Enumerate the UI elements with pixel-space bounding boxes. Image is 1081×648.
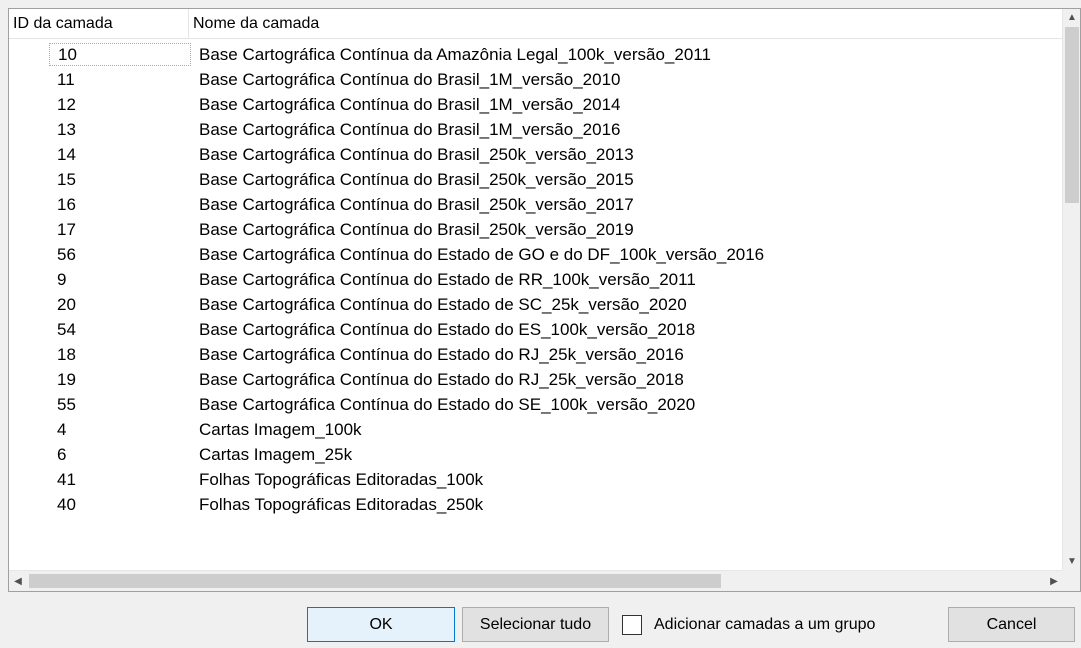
table-row[interactable]: 55 Base Cartográfica Contínua do Estado d… [9,392,1063,417]
add-to-group-checkbox[interactable]: Adicionar camadas a um grupo [622,611,875,639]
layer-id-cell[interactable]: 12 [53,92,189,117]
table-row[interactable]: 40 Folhas Topográficas Editoradas_250k [9,492,1063,517]
layer-name-cell[interactable]: Base Cartográfica Contínua do Brasil_1M_… [199,92,620,117]
layer-id-cell[interactable]: 11 [53,67,189,92]
layer-name-cell[interactable]: Folhas Topográficas Editoradas_250k [199,492,483,517]
table-row[interactable]: 15 Base Cartográfica Contínua do Brasil_2… [9,167,1063,192]
table-row[interactable]: 20 Base Cartográfica Contínua do Estado d… [9,292,1063,317]
table-header: ID da camada Nome da camada [9,9,1063,39]
layer-id-cell[interactable]: 16 [53,192,189,217]
layer-name-cell[interactable]: Base Cartográfica Contínua do Estado do … [199,367,684,392]
table-row[interactable]: 12 Base Cartográfica Contínua do Brasil_1… [9,92,1063,117]
layer-name-cell[interactable]: Base Cartográfica Contínua do Estado de … [199,292,687,317]
layer-name-cell[interactable]: Base Cartográfica Contínua do Estado do … [199,392,695,417]
layer-name-cell[interactable]: Cartas Imagem_25k [199,442,352,467]
table-row[interactable]: 10 Base Cartográfica Contínua da Amazônia… [9,42,1063,67]
layer-id-cell[interactable]: 54 [53,317,189,342]
layer-id-cell[interactable]: 19 [53,367,189,392]
scrollbar-corner [1062,570,1080,591]
horizontal-scrollbar[interactable]: ◀ ▶ [9,570,1063,591]
layer-name-cell[interactable]: Base Cartográfica Contínua do Brasil_1M_… [199,67,620,92]
layer-name-cell[interactable]: Base Cartográfica Contínua do Estado do … [199,317,695,342]
table-row[interactable]: 54 Base Cartográfica Contínua do Estado d… [9,317,1063,342]
layer-id-cell[interactable]: 55 [53,392,189,417]
layer-id-cell[interactable]: 13 [53,117,189,142]
layer-name-cell[interactable]: Base Cartográfica Contínua do Estado do … [199,342,684,367]
scroll-left-icon[interactable]: ◀ [9,571,27,591]
table-row[interactable]: 4 Cartas Imagem_100k [9,417,1063,442]
column-header-layer-id[interactable]: ID da camada [9,9,189,39]
select-all-button[interactable]: Selecionar tudo [462,607,609,642]
table-row[interactable]: 18 Base Cartográfica Contínua do Estado d… [9,342,1063,367]
table-row[interactable]: 41 Folhas Topográficas Editoradas_100k [9,467,1063,492]
layer-name-cell[interactable]: Base Cartográfica Contínua do Estado de … [199,267,696,292]
table-row[interactable]: 14 Base Cartográfica Contínua do Brasil_2… [9,142,1063,167]
layer-id-cell[interactable]: 4 [53,417,189,442]
layer-name-cell[interactable]: Base Cartográfica Contínua do Brasil_250… [199,167,634,192]
vertical-scroll-thumb[interactable] [1065,27,1079,203]
layer-name-cell[interactable]: Base Cartográfica Contínua da Amazônia L… [199,42,711,67]
layer-name-cell[interactable]: Folhas Topográficas Editoradas_100k [199,467,483,492]
layer-id-cell[interactable]: 56 [53,242,189,267]
layer-id-cell[interactable]: 17 [53,217,189,242]
layer-name-cell[interactable]: Base Cartográfica Contínua do Brasil_250… [199,217,634,242]
table-row[interactable]: 17 Base Cartográfica Contínua do Brasil_2… [9,217,1063,242]
column-header-layer-name[interactable]: Nome da camada [189,9,1063,39]
vertical-scrollbar[interactable]: ▲ ▼ [1062,9,1080,571]
scroll-up-icon[interactable]: ▲ [1063,9,1080,27]
layer-table[interactable]: ID da camada Nome da camada 10 Base Carto… [8,8,1081,592]
layer-name-cell[interactable]: Base Cartográfica Contínua do Estado de … [199,242,764,267]
layer-id-cell[interactable]: 6 [53,442,189,467]
horizontal-scroll-thumb[interactable] [29,574,721,588]
layer-name-cell[interactable]: Cartas Imagem_100k [199,417,362,442]
checkbox-label: Adicionar camadas a um grupo [654,616,876,633]
cancel-button[interactable]: Cancel [948,607,1075,642]
table-row[interactable]: 13 Base Cartográfica Contínua do Brasil_1… [9,117,1063,142]
table-body: 10 Base Cartográfica Contínua da Amazônia… [9,42,1063,517]
layer-name-cell[interactable]: Base Cartográfica Contínua do Brasil_250… [199,192,634,217]
layer-id-cell[interactable]: 18 [53,342,189,367]
table-row[interactable]: 9 Base Cartográfica Contínua do Estado de… [9,267,1063,292]
layer-id-cell[interactable]: 9 [53,267,189,292]
table-row[interactable]: 6 Cartas Imagem_25k [9,442,1063,467]
checkbox-box[interactable] [622,615,642,635]
table-row[interactable]: 16 Base Cartográfica Contínua do Brasil_2… [9,192,1063,217]
layer-id-cell[interactable]: 40 [53,492,189,517]
layer-id-cell[interactable]: 14 [53,142,189,167]
table-row[interactable]: 19 Base Cartográfica Contínua do Estado d… [9,367,1063,392]
layer-id-cell[interactable]: 15 [53,167,189,192]
layer-id-cell[interactable]: 10 [49,43,191,66]
table-row[interactable]: 56 Base Cartográfica Contínua do Estado d… [9,242,1063,267]
scroll-down-icon[interactable]: ▼ [1063,553,1080,571]
scroll-right-icon[interactable]: ▶ [1045,571,1063,591]
layer-id-cell[interactable]: 41 [53,467,189,492]
layer-name-cell[interactable]: Base Cartográfica Contínua do Brasil_1M_… [199,117,620,142]
ok-button[interactable]: OK [307,607,455,642]
layer-name-cell[interactable]: Base Cartográfica Contínua do Brasil_250… [199,142,634,167]
table-row[interactable]: 11 Base Cartográfica Contínua do Brasil_1… [9,67,1063,92]
layer-id-cell[interactable]: 20 [53,292,189,317]
